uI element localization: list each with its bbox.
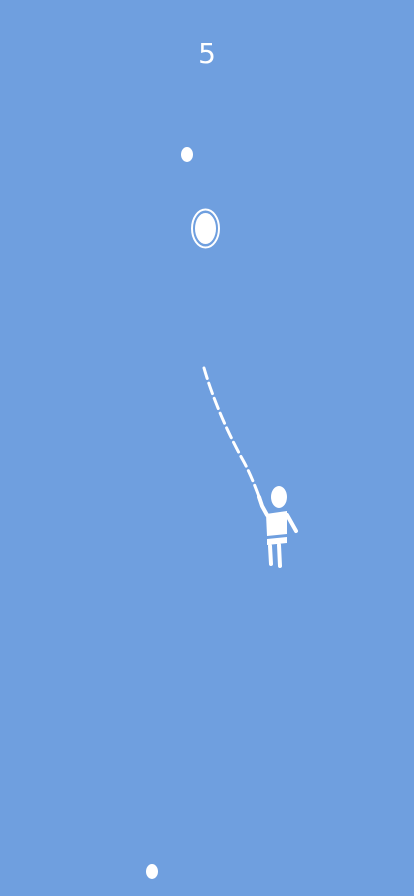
player-leg-right — [277, 543, 282, 568]
player-body — [266, 511, 287, 536]
floating-dot-bottom — [146, 864, 158, 879]
player-head — [271, 486, 287, 508]
rope-line — [202, 366, 264, 507]
stick-figure-player — [257, 486, 298, 568]
player-belt — [267, 537, 287, 545]
player-leg-left — [268, 544, 273, 566]
player-arm — [285, 513, 298, 533]
player-raised-arm — [257, 495, 269, 517]
